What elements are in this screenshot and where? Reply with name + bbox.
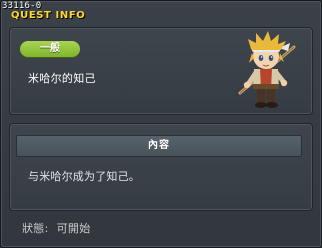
- quest-name: 米哈尔的知己: [28, 72, 96, 85]
- quest-category-badge: 一般: [20, 41, 80, 57]
- quest-status: 狀態: 可開始: [22, 220, 99, 236]
- status-label: 狀態:: [22, 222, 49, 235]
- status-value: 可開始: [56, 222, 91, 235]
- window-title: QUEST INFO: [11, 10, 86, 21]
- npc-portrait-icon: [232, 29, 302, 111]
- quest-content-text: 与米哈尔成为了知己。: [28, 170, 140, 183]
- content-section-header: 內容: [16, 135, 302, 157]
